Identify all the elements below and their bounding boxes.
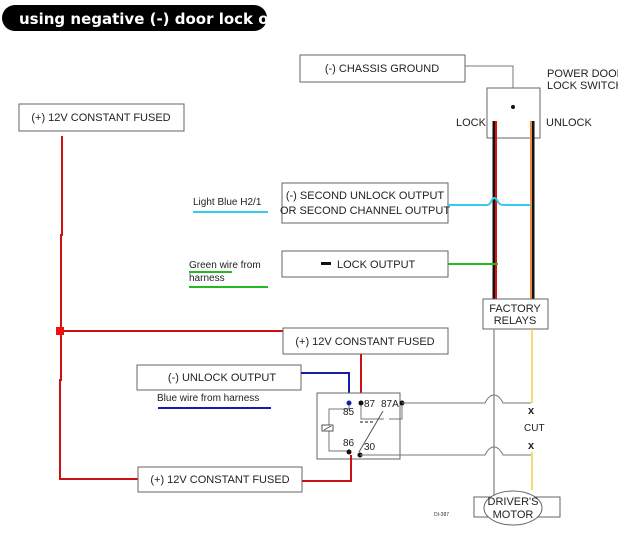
constant-fused-bottom-box: (+) 12V CONSTANT FUSED bbox=[137, 466, 303, 493]
unlock-output-label: (-) UNLOCK OUTPUT bbox=[168, 372, 276, 384]
switch-title-line2: LOCK SWITCH bbox=[547, 80, 618, 92]
second-unlock-box: (-) SECOND UNLOCK OUTPUT OR SECOND CHANN… bbox=[280, 182, 450, 224]
constant-fused-bottom-label: (+) 12V CONSTANT FUSED bbox=[150, 474, 289, 486]
cut-label: CUT bbox=[524, 423, 545, 434]
second-unlock-line1: (-) SECOND UNLOCK OUTPUT bbox=[286, 190, 445, 202]
factory-relays-box: FACTORY RELAYS bbox=[482, 298, 549, 330]
pin-86-label: 86 bbox=[343, 438, 355, 449]
factory-relays-line2: RELAYS bbox=[494, 315, 537, 327]
constant-fused-top-box: (+) 12V CONSTANT FUSED bbox=[18, 103, 185, 132]
minus-sign-icon bbox=[321, 262, 331, 265]
junction-node bbox=[56, 327, 64, 335]
pin-87-label: 87 bbox=[364, 399, 376, 410]
switch-title-line1: POWER DOOR bbox=[547, 68, 618, 80]
unlock-output-box: (-) UNLOCK OUTPUT bbox=[136, 364, 302, 391]
light-blue-label: Light Blue H2/1 bbox=[193, 197, 262, 208]
title: using negative (-) door lock outputs bbox=[19, 10, 324, 28]
chassis-ground-label: (-) CHASSIS GROUND bbox=[325, 63, 439, 75]
pin-87a-label: 87A bbox=[381, 399, 399, 410]
wiring-diagram: using negative (-) door lock outputs (-)… bbox=[2, 5, 618, 526]
drivers-motor: DRIVER'S MOTOR bbox=[473, 490, 561, 526]
constant-fused-mid-label: (+) 12V CONSTANT FUSED bbox=[295, 336, 434, 348]
title-banner: using negative (-) door lock outputs bbox=[2, 5, 324, 31]
chassis-ground-box: (-) CHASSIS GROUND bbox=[299, 54, 466, 83]
switch-unlock-label: UNLOCK bbox=[546, 117, 593, 129]
pin-85-label: 85 bbox=[343, 407, 355, 418]
second-unlock-line2: OR SECOND CHANNEL OUTPUT bbox=[280, 205, 450, 217]
constant-fused-mid-box: (+) 12V CONSTANT FUSED bbox=[282, 327, 449, 355]
blue-label: Blue wire from harness bbox=[157, 393, 259, 404]
factory-relays-line1: FACTORY bbox=[489, 303, 541, 315]
lock-output-box: LOCK OUTPUT bbox=[281, 250, 449, 278]
red-bus-wire bbox=[59, 136, 138, 480]
motor-label-line2: MOTOR bbox=[493, 509, 534, 521]
cut-mark-bottom: x bbox=[528, 440, 535, 452]
aftermarket-relay: 85 87 87A 86 30 bbox=[316, 392, 405, 460]
diagram-code: DI-387 bbox=[434, 512, 449, 518]
cut-mark-top: x bbox=[528, 405, 535, 417]
light-blue-wire bbox=[448, 197, 531, 206]
switch-lock-label: LOCK bbox=[456, 117, 487, 129]
pin-30-label: 30 bbox=[364, 442, 376, 453]
green-label-line2: harness bbox=[189, 273, 225, 284]
constant-fused-top-label: (+) 12V CONSTANT FUSED bbox=[31, 112, 170, 124]
lock-wire bbox=[492, 121, 497, 300]
lock-output-label: LOCK OUTPUT bbox=[337, 259, 416, 271]
green-label-line1: Green wire from bbox=[189, 260, 261, 271]
motor-label-line1: DRIVER'S bbox=[488, 496, 539, 508]
power-door-lock-switch: POWER DOOR LOCK SWITCH LOCK UNLOCK bbox=[456, 68, 618, 139]
wire-87a-to-cut bbox=[402, 394, 531, 404]
unlock-wire bbox=[530, 121, 535, 300]
